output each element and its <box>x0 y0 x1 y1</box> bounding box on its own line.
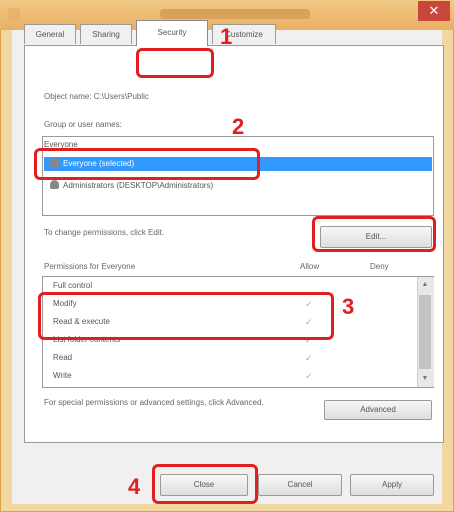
callout-box-user-selection <box>34 148 260 180</box>
step-number: 4 <box>128 474 141 499</box>
allow-check: ✓ <box>305 371 313 381</box>
scroll-up-icon[interactable]: ▲ <box>418 279 432 291</box>
permission-name: Full control <box>53 281 93 290</box>
scroll-down-icon[interactable]: ▼ <box>418 373 432 385</box>
step-number: 1 <box>220 24 233 49</box>
callout-box-security-tab <box>136 48 214 78</box>
advanced-settings-hint: For special permissions or advanced sett… <box>44 398 264 407</box>
callout-box-close-button <box>152 464 258 504</box>
cancel-button[interactable]: Cancel <box>258 474 342 496</box>
screenshot: ✕ General Sharing Security Customize Obj… <box>0 0 454 512</box>
permissions-label: Permissions for Everyone <box>44 262 136 271</box>
tab-general[interactable]: General <box>24 24 76 44</box>
deny-column-header: Deny <box>370 262 389 271</box>
user-group-icon <box>50 180 59 189</box>
change-permissions-hint: To change permissions, click Edit. <box>44 228 165 237</box>
callout-box-edit-button <box>312 216 436 252</box>
user-row-administrators[interactable]: Administrators (DESKTOP\Administrators) <box>44 179 432 193</box>
apply-button[interactable]: Apply <box>350 474 434 496</box>
callout-box-permissions <box>38 292 334 340</box>
dialog-title <box>160 9 310 19</box>
permissions-scrollbar[interactable]: ▲ ▼ <box>417 277 434 387</box>
advanced-button[interactable]: Advanced <box>324 400 432 420</box>
group-user-names-label: Group or user names: <box>44 120 122 129</box>
step-number: 3 <box>342 294 355 319</box>
scrollbar-thumb[interactable] <box>419 295 431 369</box>
tab-security[interactable]: Security <box>136 20 208 46</box>
allow-check: ✓ <box>305 353 313 363</box>
object-name-label: Object name: C:\Users\Public <box>44 92 149 101</box>
allow-column-header: Allow <box>300 262 320 271</box>
permission-name: Write <box>53 371 72 380</box>
tab-sharing[interactable]: Sharing <box>80 24 132 44</box>
step-number: 2 <box>232 114 245 139</box>
permission-name: Read <box>53 353 73 362</box>
close-window-button[interactable]: ✕ <box>418 1 450 21</box>
user-name: Administrators (DESKTOP\Administrators) <box>63 181 214 190</box>
folder-icon <box>8 8 20 20</box>
